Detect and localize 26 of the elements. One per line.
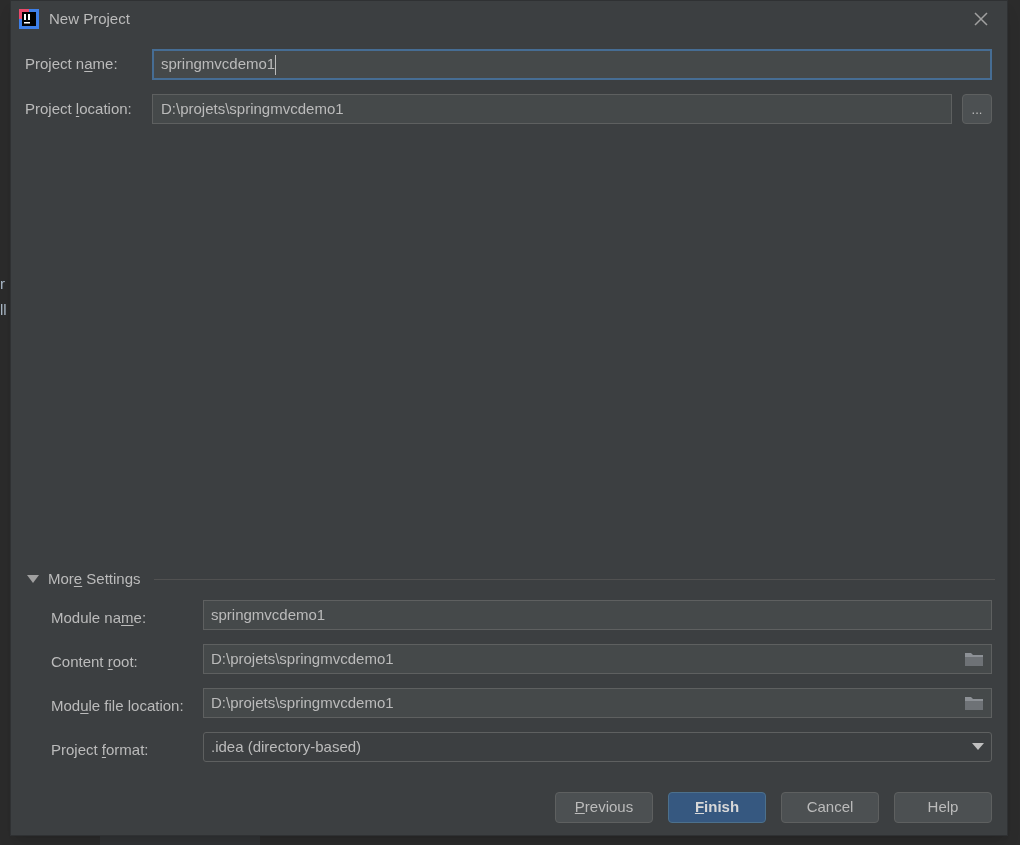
dialog-button[interactable]: Finish (668, 792, 766, 823)
caret-icon (972, 743, 984, 751)
module-name-field[interactable]: springmvcdemo1 (203, 600, 992, 630)
path-field[interactable]: D:\projets\springmvcdemo1 (203, 688, 992, 718)
field-label: Project location: (25, 98, 133, 119)
code-fragment: ll (0, 301, 8, 319)
window-title: New Project (49, 8, 130, 29)
dialog-button[interactable]: Help (894, 792, 992, 823)
field-label: Content root: (51, 651, 139, 672)
app-logo-icon (19, 9, 39, 29)
field-label: Module file location: (51, 695, 185, 716)
expand-toggle-icon[interactable] (27, 574, 39, 584)
dialog-button[interactable]: Previous (555, 792, 653, 823)
folder-icon[interactable] (964, 651, 984, 667)
code-fragment: r (0, 275, 6, 293)
field-label: Project format: (51, 739, 150, 760)
dialog-button[interactable]: Cancel (781, 792, 879, 823)
path-field[interactable]: D:\projets\springmvcdemo1 (203, 644, 992, 674)
project-name-field[interactable]: springmvcdemo1 (152, 49, 992, 80)
folder-icon[interactable] (964, 695, 984, 711)
browse-button[interactable]: ... (962, 94, 992, 124)
section-title: More Settings (48, 568, 141, 589)
format-dropdown[interactable]: .idea (directory-based) (203, 732, 992, 762)
field-label: Project name: (25, 54, 119, 75)
project-location-field[interactable]: D:\projets\springmvcdemo1 (152, 94, 952, 124)
field-label: Module name: (51, 607, 148, 628)
